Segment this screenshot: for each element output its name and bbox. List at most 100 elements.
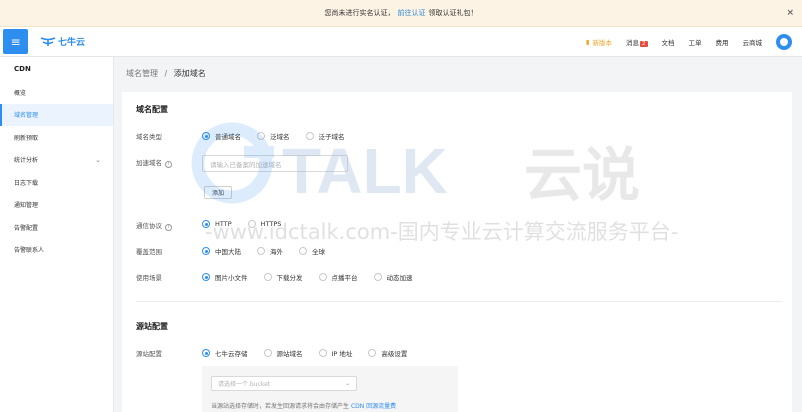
breadcrumb: 域名管理 / 添加域名 <box>126 68 206 79</box>
radio-http[interactable]: HTTP <box>202 220 232 228</box>
top-bar: ≡ 七牛云 ▮ 新版本 消息 2 文档 工单 费用 云商城 <box>0 27 802 57</box>
radio-download[interactable]: 下载分发 <box>263 272 303 282</box>
radio-label: 泛域名 <box>270 133 290 141</box>
radio-normal-domain[interactable]: 普通域名 <box>202 131 241 141</box>
console-link[interactable]: 云商城 <box>743 37 763 47</box>
radio-wildcard-domain[interactable]: 泛域名 <box>257 131 290 141</box>
radio-qiniu-storage[interactable]: 七牛云存储 <box>202 348 248 358</box>
radio-icon <box>318 349 327 357</box>
scenario-group: 图片小文件 下载分发 点播平台 动态加速 <box>202 272 413 282</box>
logo-text: 七牛云 <box>58 38 86 48</box>
billing-link[interactable]: 费用 <box>716 37 729 47</box>
domain-type-group: 普通域名 泛域名 泛子域名 <box>202 131 345 141</box>
sidebar-item-label: 告警配置 <box>14 224 39 232</box>
accel-domain-label: 加速域名 <box>136 159 162 167</box>
sidebar-item-domains[interactable]: 域名管理 <box>0 103 113 126</box>
notice-text: 您尚未进行实名认证， <box>324 9 395 17</box>
breadcrumb-current: 添加域名 <box>173 69 206 78</box>
radio-vod[interactable]: 点播平台 <box>318 272 358 282</box>
radio-icon <box>247 220 256 228</box>
divider <box>136 301 782 302</box>
sidebar-item-alerts[interactable]: 告警配置 <box>0 216 113 239</box>
sidebar-item-refresh[interactable]: 刷新预取 <box>0 126 113 149</box>
menu-icon[interactable]: ≡ <box>3 29 28 54</box>
notice-suffix: 领取认证礼包！ <box>428 9 478 17</box>
radio-icon <box>202 247 210 255</box>
chevron-down-icon: ⌄ <box>95 155 101 164</box>
scenario-label: 使用场景 <box>136 274 162 282</box>
radio-small-images[interactable]: 图片小文件 <box>202 272 248 282</box>
breadcrumb-separator: / <box>164 69 168 78</box>
top-nav: ▮ 新版本 消息 2 文档 工单 费用 云商城 <box>586 27 792 57</box>
breadcrumb-parent[interactable]: 域名管理 <box>126 69 158 78</box>
bucket-select[interactable]: 请选择一个 bucket ⌄ <box>211 376 357 391</box>
sidebar-item-stats[interactable]: 统计分析 ⌄ <box>0 149 113 172</box>
avatar[interactable] <box>776 34 792 50</box>
radio-icon <box>368 349 377 357</box>
radio-icon <box>202 132 210 140</box>
info-icon[interactable]: i <box>165 161 172 168</box>
radio-label: 源站域名 <box>276 350 303 358</box>
origin-group: 七牛云存储 源站域名 IP 地址 高级设置 <box>202 348 407 358</box>
messages-label: 消息 <box>626 39 639 47</box>
radio-wildcard-sub-domain[interactable]: 泛子域名 <box>305 131 345 141</box>
sidebar-item-label: 概览 <box>14 89 27 97</box>
notice-bar: 您尚未进行实名认证， 前往认证 领取认证礼包！ × <box>0 0 802 27</box>
origin-note: 当源站选择存储时，若发生回源请求将会由存储产生 CDN 回源流量费 <box>211 401 396 410</box>
info-icon[interactable]: i <box>165 224 172 231</box>
coverage-group: 中国大陆 海外 全球 <box>202 246 325 256</box>
sidebar-item-alert-contacts[interactable]: 告警联系人 <box>0 239 113 262</box>
radio-icon <box>202 273 210 281</box>
verify-link[interactable]: 前往认证 <box>398 8 426 18</box>
radio-icon <box>373 273 382 281</box>
radio-label: 七牛云存储 <box>215 350 248 358</box>
chevron-down-icon: ⌄ <box>344 380 350 387</box>
sidebar-item-notifications[interactable]: 通知管理 <box>0 194 113 217</box>
accel-domain-input[interactable]: 请输入已备案的加速域名 <box>202 155 348 172</box>
radio-global[interactable]: 全球 <box>299 246 325 256</box>
sidebar-item-overview[interactable]: 概览 <box>0 81 113 104</box>
sidebar-item-logs[interactable]: 日志下载 <box>0 171 113 194</box>
close-icon[interactable]: × <box>786 8 794 18</box>
add-button[interactable]: 添加 <box>204 186 232 199</box>
radio-icon <box>263 273 272 281</box>
radio-ip-address[interactable]: IP 地址 <box>318 348 352 358</box>
sidebar-item-label: 日志下载 <box>14 179 39 187</box>
form-card: 域名配置 域名类型 普通域名 泛域名 泛子域名 加速域名 i 请输入已备案的加速域… <box>122 92 792 412</box>
radio-mainland[interactable]: 中国大陆 <box>202 246 241 256</box>
radio-icon <box>263 349 272 357</box>
radio-icon <box>202 220 210 228</box>
traffic-fee-link[interactable]: CDN 回源流量费 <box>351 403 396 410</box>
docs-link[interactable]: 文档 <box>662 37 675 47</box>
gift-icon: ▮ <box>585 38 590 46</box>
sidebar: CDN 概览 域名管理 刷新预取 统计分析 ⌄ 日志下载 通知管理 告警配置 告警… <box>0 57 114 412</box>
radio-icon <box>305 132 314 140</box>
sidebar-item-label: 告警联系人 <box>14 247 45 255</box>
radio-label: HTTPS <box>260 220 282 228</box>
sidebar-item-label: 统计分析 <box>14 157 39 165</box>
radio-origin-domain[interactable]: 源站域名 <box>263 348 303 358</box>
new-version-label: 新版本 <box>592 39 613 47</box>
bucket-select-placeholder: 请选择一个 bucket <box>218 381 271 388</box>
sidebar-item-label: 域名管理 <box>14 112 39 120</box>
accel-domain-label-wrap: 加速域名 i <box>136 157 172 168</box>
radio-overseas[interactable]: 海外 <box>257 246 283 256</box>
radio-https[interactable]: HTTPS <box>247 220 282 228</box>
logo[interactable]: 七牛云 <box>40 35 85 48</box>
sidebar-item-label: 刷新预取 <box>14 134 39 142</box>
protocol-group: HTTP HTTPS <box>202 220 281 228</box>
radio-advanced[interactable]: 高级设置 <box>368 348 407 358</box>
radio-dynamic[interactable]: 动态加速 <box>373 272 413 282</box>
messages-link[interactable]: 消息 2 <box>626 37 648 47</box>
radio-icon <box>257 247 265 255</box>
radio-icon <box>257 132 265 140</box>
new-version-link[interactable]: ▮ 新版本 <box>586 37 612 47</box>
origin-bucket-panel: 请选择一个 bucket ⌄ 当源站选择存储时，若发生回源请求将会由存储产生 C… <box>202 366 458 412</box>
radio-label: 普通域名 <box>215 133 241 141</box>
qiniu-logo-icon <box>40 36 56 46</box>
protocol-label: 通信协议 <box>136 222 162 230</box>
radio-label: 图片小文件 <box>215 274 248 282</box>
tickets-link[interactable]: 工单 <box>689 37 702 47</box>
origin-config-title: 源站配置 <box>136 322 168 331</box>
domain-config-title: 域名配置 <box>136 105 168 114</box>
